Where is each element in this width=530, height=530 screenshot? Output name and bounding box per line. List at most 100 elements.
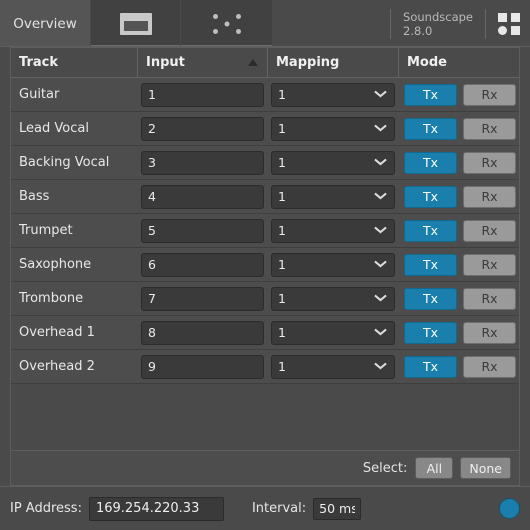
top-tab-bar: Overview Soundscape 2.8.0 bbox=[0, 0, 530, 47]
mode-tx-button[interactable]: Tx bbox=[404, 117, 457, 140]
cell-mapping: 1 bbox=[268, 180, 399, 213]
mode-rx-button[interactable]: Rx bbox=[463, 253, 516, 276]
mapping-select[interactable]: 1 bbox=[271, 82, 395, 107]
mode-tx-button[interactable]: Tx bbox=[404, 253, 457, 276]
table-body: Guitar 1 Tx Rx Lead Vocal 1 Tx Rx Backing Vocal 1… bbox=[11, 78, 519, 450]
track-name: Guitar bbox=[19, 87, 60, 102]
tab-overview-label: Overview bbox=[13, 15, 77, 32]
mapping-select[interactable]: 1 bbox=[271, 354, 395, 379]
mode-rx-button[interactable]: Rx bbox=[463, 219, 516, 242]
mode-tx-button[interactable]: Tx bbox=[404, 83, 457, 106]
soundscape-window: Overview Soundscape 2.8.0 Track Input Ma… bbox=[0, 0, 530, 530]
tab-window[interactable] bbox=[91, 0, 181, 47]
cell-input bbox=[138, 214, 268, 247]
table-row[interactable]: Backing Vocal 1 Tx Rx bbox=[11, 146, 519, 180]
connection-status-led bbox=[499, 498, 520, 519]
cell-mode: Tx Rx bbox=[399, 248, 519, 281]
mode-tx-button[interactable]: Tx bbox=[404, 219, 457, 242]
chevron-down-icon bbox=[375, 295, 386, 302]
mapping-select[interactable]: 1 bbox=[271, 184, 395, 209]
chevron-down-icon bbox=[375, 329, 386, 336]
mapping-value: 1 bbox=[278, 325, 286, 340]
cell-input bbox=[138, 180, 268, 213]
cell-input bbox=[138, 146, 268, 179]
brand-version: 2.8.0 bbox=[403, 23, 433, 38]
tab-dots[interactable] bbox=[181, 0, 273, 47]
column-header-track[interactable]: Track bbox=[11, 48, 138, 77]
column-header-input[interactable]: Input bbox=[138, 48, 268, 77]
select-none-button[interactable]: None bbox=[460, 457, 511, 479]
select-all-button[interactable]: All bbox=[415, 457, 454, 479]
table-row[interactable]: Overhead 1 1 Tx Rx bbox=[11, 316, 519, 350]
input-number-field[interactable] bbox=[141, 116, 264, 141]
column-header-mapping[interactable]: Mapping bbox=[268, 48, 399, 77]
cell-mapping: 1 bbox=[268, 78, 399, 111]
mode-rx-button[interactable]: Rx bbox=[463, 117, 516, 140]
input-number-field[interactable] bbox=[141, 218, 264, 243]
mode-tx-button[interactable]: Tx bbox=[404, 321, 457, 344]
input-number-field[interactable] bbox=[141, 354, 264, 379]
cell-track: Overhead 1 bbox=[11, 316, 138, 349]
mapping-select[interactable]: 1 bbox=[271, 252, 395, 277]
four-square-logo-icon bbox=[498, 12, 520, 35]
table-row[interactable]: Saxophone 1 Tx Rx bbox=[11, 248, 519, 282]
mapping-select[interactable]: 1 bbox=[271, 116, 395, 141]
input-number-field[interactable] bbox=[141, 252, 264, 277]
cell-mode: Tx Rx bbox=[399, 350, 519, 383]
track-name: Backing Vocal bbox=[19, 155, 110, 170]
tabbar-spacer bbox=[273, 0, 391, 47]
cell-mapping: 1 bbox=[268, 316, 399, 349]
input-number-field[interactable] bbox=[141, 286, 264, 311]
mapping-value: 1 bbox=[278, 257, 286, 272]
cell-track: Trumpet bbox=[11, 214, 138, 247]
table-row[interactable]: Bass 1 Tx Rx bbox=[11, 180, 519, 214]
chevron-down-icon bbox=[375, 227, 386, 234]
cell-input bbox=[138, 350, 268, 383]
brand-name: Soundscape bbox=[403, 9, 473, 24]
five-dots-icon bbox=[210, 11, 244, 37]
cell-input bbox=[138, 248, 268, 281]
cell-input bbox=[138, 282, 268, 315]
chevron-down-icon bbox=[375, 159, 386, 166]
column-header-mode[interactable]: Mode bbox=[399, 48, 519, 77]
interval-input[interactable] bbox=[313, 497, 362, 520]
cell-mapping: 1 bbox=[268, 214, 399, 247]
mapping-value: 1 bbox=[278, 121, 286, 136]
input-number-field[interactable] bbox=[141, 82, 264, 107]
chevron-down-icon bbox=[375, 193, 386, 200]
table-row[interactable]: Lead Vocal 1 Tx Rx bbox=[11, 112, 519, 146]
interval-label: Interval: bbox=[251, 501, 307, 516]
mapping-select[interactable]: 1 bbox=[271, 150, 395, 175]
mapping-select[interactable]: 1 bbox=[271, 218, 395, 243]
cell-mode: Tx Rx bbox=[399, 316, 519, 349]
mode-rx-button[interactable]: Rx bbox=[463, 355, 516, 378]
table-row[interactable]: Trumpet 1 Tx Rx bbox=[11, 214, 519, 248]
input-number-field[interactable] bbox=[141, 150, 264, 175]
mode-rx-button[interactable]: Rx bbox=[463, 83, 516, 106]
mode-rx-button[interactable]: Rx bbox=[463, 151, 516, 174]
chevron-down-icon bbox=[375, 363, 386, 370]
table-row[interactable]: Overhead 2 1 Tx Rx bbox=[11, 350, 519, 384]
table-row[interactable]: Guitar 1 Tx Rx bbox=[11, 78, 519, 112]
mode-tx-button[interactable]: Tx bbox=[404, 287, 457, 310]
mode-tx-button[interactable]: Tx bbox=[404, 355, 457, 378]
mode-tx-button[interactable]: Tx bbox=[404, 151, 457, 174]
mode-tx-button[interactable]: Tx bbox=[404, 185, 457, 208]
input-number-field[interactable] bbox=[141, 320, 264, 345]
track-name: Overhead 1 bbox=[19, 325, 95, 340]
mode-rx-button[interactable]: Rx bbox=[463, 287, 516, 310]
column-header-track-label: Track bbox=[19, 55, 58, 70]
track-name: Trombone bbox=[19, 291, 84, 306]
tab-overview[interactable]: Overview bbox=[0, 0, 91, 47]
mapping-select[interactable]: 1 bbox=[271, 286, 395, 311]
mode-rx-button[interactable]: Rx bbox=[463, 185, 516, 208]
column-header-mapping-label: Mapping bbox=[276, 55, 340, 70]
mapping-select[interactable]: 1 bbox=[271, 320, 395, 345]
input-number-field[interactable] bbox=[141, 184, 264, 209]
mapping-value: 1 bbox=[278, 359, 286, 374]
table-row[interactable]: Trombone 1 Tx Rx bbox=[11, 282, 519, 316]
mode-rx-button[interactable]: Rx bbox=[463, 321, 516, 344]
track-name: Trumpet bbox=[19, 223, 73, 238]
ip-address-input[interactable] bbox=[88, 496, 224, 521]
logo-container bbox=[485, 8, 530, 39]
